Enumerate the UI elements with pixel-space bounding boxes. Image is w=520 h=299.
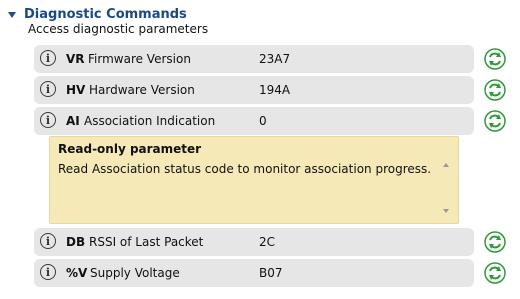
param-row-ai: i AI Association Indication 0 xyxy=(34,107,474,135)
info-icon[interactable]: i xyxy=(40,112,56,128)
help-panel: Read-only parameter Read Association sta… xyxy=(49,136,459,224)
refresh-icon[interactable] xyxy=(484,110,506,132)
param-row-hv: i HV Hardware Version 194A xyxy=(34,76,474,104)
refresh-icon[interactable] xyxy=(484,262,506,284)
info-icon[interactable]: i xyxy=(40,50,56,66)
param-row-vr: i VR Firmware Version 23A7 xyxy=(34,45,474,73)
param-row-db: i DB RSSI of Last Packet 2C xyxy=(34,228,474,256)
command-name: Supply Voltage xyxy=(90,266,180,280)
command-code: DB xyxy=(66,235,86,249)
section-description: Access diagnostic parameters xyxy=(28,22,209,36)
refresh-icon[interactable] xyxy=(484,79,506,101)
command-code: HV xyxy=(66,83,86,97)
section-header[interactable]: Diagnostic Commands xyxy=(8,5,187,23)
command-value: 2C xyxy=(259,235,276,249)
command-value: 0 xyxy=(259,114,267,128)
collapse-arrow-icon[interactable] xyxy=(8,12,16,18)
command-name: Firmware Version xyxy=(88,52,191,66)
refresh-icon[interactable] xyxy=(484,48,506,70)
param-row-v: i %V Supply Voltage B07 xyxy=(34,259,474,287)
section-title: Diagnostic Commands xyxy=(24,6,187,22)
help-scrollbar[interactable] xyxy=(440,157,452,219)
help-text: Read Association status code to monitor … xyxy=(58,162,432,176)
command-name: RSSI of Last Packet xyxy=(89,235,204,249)
help-title: Read-only parameter xyxy=(58,142,202,156)
command-code: VR xyxy=(66,52,85,66)
info-icon[interactable]: i xyxy=(40,233,56,249)
refresh-icon[interactable] xyxy=(484,231,506,253)
scroll-up-icon[interactable] xyxy=(443,163,449,167)
scroll-down-icon[interactable] xyxy=(443,209,449,213)
command-code: %V xyxy=(66,266,88,280)
command-name: Hardware Version xyxy=(89,83,195,97)
command-value: 194A xyxy=(259,83,291,97)
command-code: AI xyxy=(66,114,80,128)
command-name: Association Indication xyxy=(84,114,216,128)
command-value: 23A7 xyxy=(259,52,291,66)
info-icon[interactable]: i xyxy=(40,264,56,280)
command-value: B07 xyxy=(259,266,283,280)
info-icon[interactable]: i xyxy=(40,81,56,97)
